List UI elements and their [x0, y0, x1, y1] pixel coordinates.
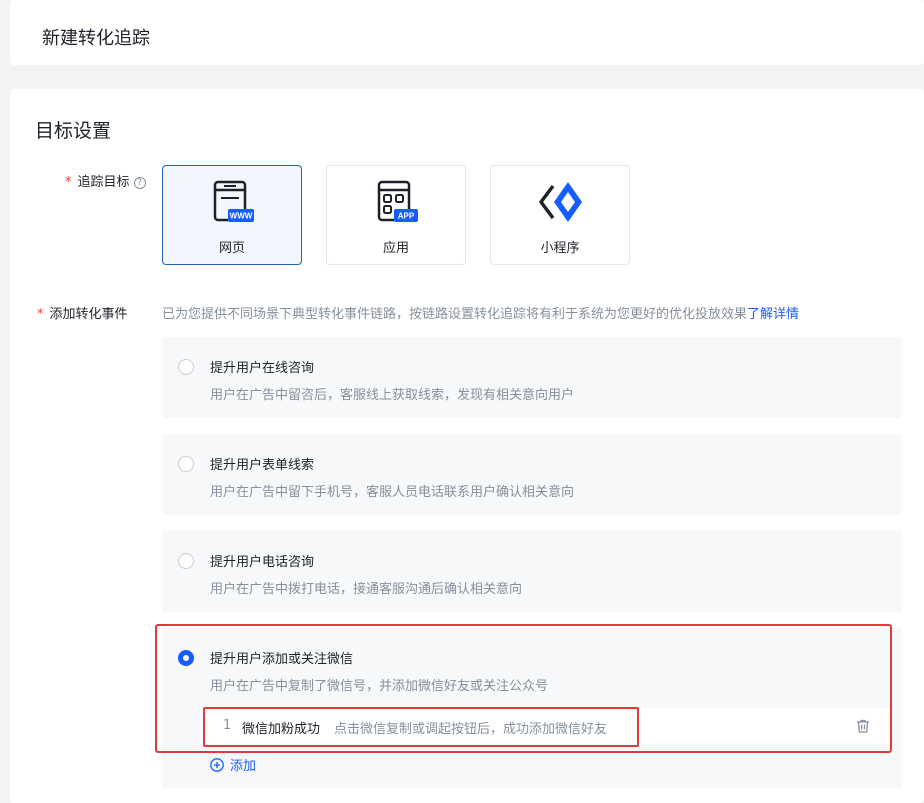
- conversion-events-description: 已为您提供不同场景下典型转化事件链路，按链路设置转化追踪将有利于系统为您更好的优…: [162, 303, 799, 322]
- sub-event-row: 1 微信加粉成功 点击微信复制或调起按钮后，成功添加微信好友: [204, 708, 891, 744]
- svg-text:APP: APP: [398, 212, 415, 221]
- sub-event-name: 微信加粉成功: [242, 722, 321, 737]
- page-title: 新建转化追踪: [42, 28, 150, 49]
- description-text: 已为您提供不同场景下典型转化事件链路，按链路设置转化追踪将有利于系统为您更好的优…: [162, 307, 748, 322]
- event-description: 用户在广告中留下手机号，客服人员电话联系用户确认相关意向: [210, 485, 575, 500]
- target-option-label: 小程序: [540, 241, 580, 256]
- target-option-mini-program[interactable]: 小程序: [490, 165, 630, 265]
- conversion-events-label: * 添加转化事件: [37, 303, 128, 322]
- tracking-target-label: * 追踪目标?: [65, 171, 146, 190]
- conversion-events-label-text: 添加转化事件: [49, 307, 128, 322]
- required-mark: *: [37, 307, 44, 322]
- mini-program-icon: [539, 182, 582, 222]
- event-title: 提升用户表单线索: [210, 458, 315, 473]
- webpage-www-icon: WWW: [213, 180, 254, 222]
- target-option-label: 应用: [382, 241, 409, 256]
- app-icon: APP: [377, 180, 418, 222]
- tracking-target-label-text: 追踪目标: [77, 175, 130, 190]
- event-description: 用户在广告中留咨后，客服线上获取线索，发现有相关意向用户: [210, 388, 575, 403]
- sub-event-description: 点击微信复制或调起按钮后，成功添加微信好友: [334, 722, 608, 737]
- radio-button[interactable]: [178, 359, 194, 375]
- page-header: 新建转化追踪: [10, 0, 924, 65]
- target-settings-card: 目标设置 * 追踪目标? WWW 网页 APP 应用 小程序 * 添加转化事件 …: [10, 89, 924, 803]
- sub-event-index: 1: [223, 718, 232, 733]
- target-option-app[interactable]: APP 应用: [326, 165, 466, 265]
- event-option-online-consult[interactable]: 提升用户在线咨询 用户在广告中留咨后，客服线上获取线索，发现有相关意向用户: [162, 337, 902, 418]
- event-description: 用户在广告中拨打电话，接通客服沟通后确认相关意向: [210, 582, 523, 597]
- question-circle-icon[interactable]: ?: [133, 177, 146, 189]
- event-title: 提升用户在线咨询: [210, 361, 315, 376]
- required-mark: *: [65, 175, 72, 190]
- svg-text:WWW: WWW: [230, 212, 253, 221]
- section-title: 目标设置: [35, 120, 112, 142]
- add-sub-event-button[interactable]: 添加: [210, 755, 256, 774]
- target-option-label: 网页: [218, 241, 245, 256]
- learn-more-link[interactable]: 了解详情: [747, 307, 799, 322]
- event-option-form-lead[interactable]: 提升用户表单线索 用户在广告中留下手机号，客服人员电话联系用户确认相关意向: [162, 434, 902, 515]
- trash-icon[interactable]: [855, 718, 871, 734]
- radio-button[interactable]: [178, 553, 194, 569]
- event-option-wechat-follow[interactable]: 提升用户添加或关注微信 用户在广告中复制了微信号，并添加微信好友或关注公众号 1…: [162, 628, 902, 788]
- event-description: 用户在广告中复制了微信号，并添加微信好友或关注公众号: [210, 679, 549, 694]
- radio-button[interactable]: [178, 456, 194, 472]
- target-option-webpage[interactable]: WWW 网页: [162, 165, 302, 265]
- event-title: 提升用户电话咨询: [210, 555, 315, 570]
- radio-button-checked[interactable]: [178, 650, 194, 666]
- event-option-phone-consult[interactable]: 提升用户电话咨询 用户在广告中拨打电话，接通客服沟通后确认相关意向: [162, 531, 902, 612]
- add-label: 添加: [230, 759, 257, 774]
- event-title: 提升用户添加或关注微信: [210, 652, 354, 667]
- plus-circle-icon: [210, 757, 224, 772]
